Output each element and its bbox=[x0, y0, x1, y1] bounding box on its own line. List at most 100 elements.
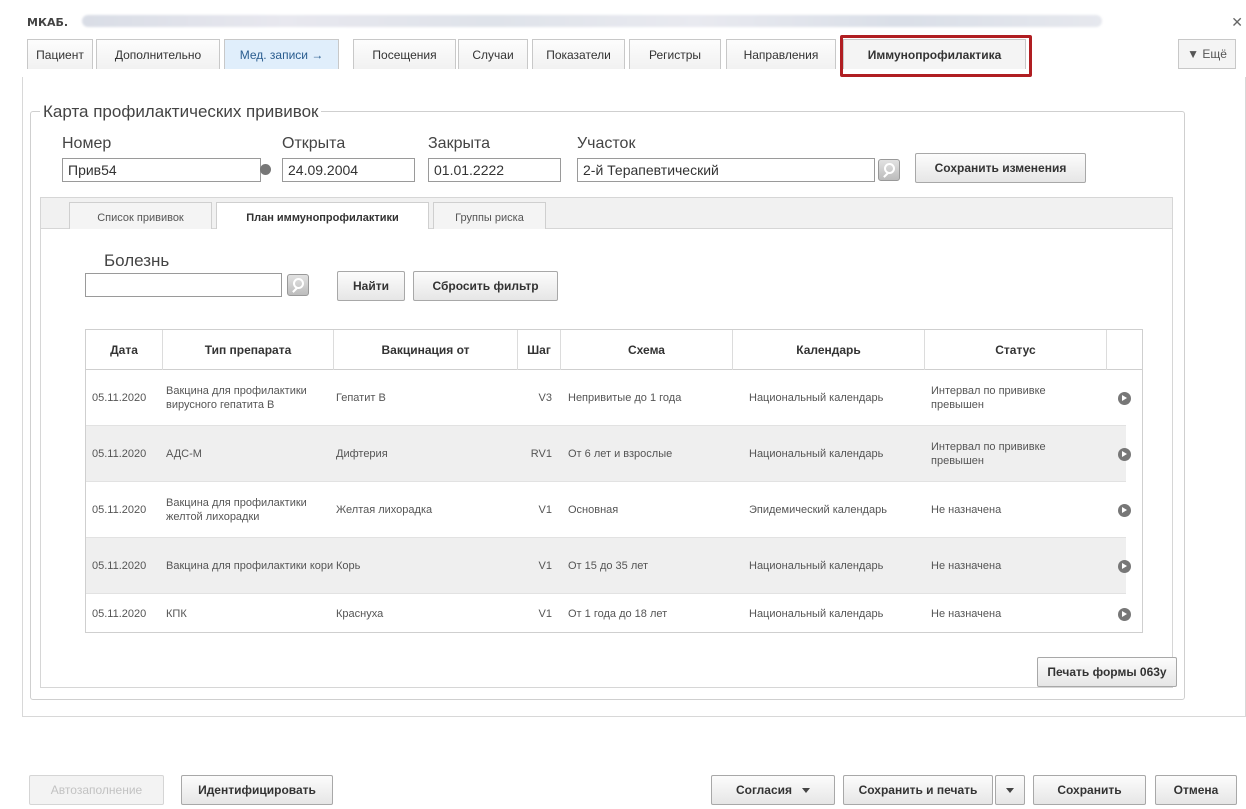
cell-step: V3 bbox=[538, 391, 552, 404]
tab-referrals[interactable]: Направления bbox=[726, 39, 836, 69]
cell-date: 05.11.2020 bbox=[92, 391, 147, 404]
cell-step: RV1 bbox=[530, 447, 552, 460]
chevron-down-icon bbox=[1006, 787, 1014, 793]
opened-date-field[interactable]: 24.09.2004 bbox=[282, 158, 415, 182]
cell-status: Интервал по прививке превышен bbox=[931, 440, 1046, 467]
reset-filter-button[interactable]: Сбросить фильтр bbox=[413, 271, 558, 301]
cell-date: 05.11.2020 bbox=[92, 559, 147, 572]
column-header-actions bbox=[1107, 330, 1142, 370]
card-subtab-bar: Список прививок План иммунопрофилактики … bbox=[40, 197, 1173, 233]
number-label: Номер bbox=[62, 135, 112, 152]
cell-drug-type: АДС-М bbox=[166, 447, 202, 460]
cell-drug-type: Вакцина для профилактики кори bbox=[166, 559, 334, 572]
cell-scheme: От 15 до 35 лет bbox=[568, 559, 649, 572]
print-063-button[interactable]: Печать формы 063у bbox=[1037, 657, 1177, 687]
cell-scheme: Основная bbox=[568, 503, 619, 516]
table-row[interactable]: 05.11.2020 Вакцина для профилактики кори… bbox=[86, 538, 1131, 594]
cell-status: Не назначена bbox=[931, 607, 1002, 620]
cell-step: V1 bbox=[538, 559, 552, 572]
column-header-drug-type[interactable]: Тип препарата bbox=[163, 330, 334, 370]
row-open-icon[interactable] bbox=[1118, 392, 1131, 405]
tab-additional[interactable]: Дополнительно bbox=[96, 39, 220, 69]
window-title: МКАБ. bbox=[27, 16, 69, 29]
cell-calendar: Национальный календарь bbox=[749, 447, 884, 460]
subtab-vaccination-list[interactable]: Список прививок bbox=[69, 202, 212, 232]
column-header-step[interactable]: Шаг bbox=[518, 330, 561, 370]
area-label: Участок bbox=[577, 135, 636, 152]
table-header: Дата Тип препарата Вакцинация от Шаг Схе… bbox=[86, 330, 1142, 370]
cell-date: 05.11.2020 bbox=[92, 447, 147, 460]
cell-date: 05.11.2020 bbox=[92, 607, 147, 620]
row-open-icon[interactable] bbox=[1118, 560, 1131, 573]
window-title-blurred-details bbox=[82, 15, 1102, 27]
tab-visits[interactable]: Посещения bbox=[353, 39, 456, 69]
consents-button[interactable]: Согласия bbox=[711, 775, 835, 805]
cell-step: V1 bbox=[538, 503, 552, 516]
cell-status: Интервал по прививке превышен bbox=[931, 384, 1046, 411]
cancel-button[interactable]: Отмена bbox=[1155, 775, 1237, 805]
column-header-vaccination-against[interactable]: Вакцинация от bbox=[334, 330, 518, 370]
immunoprophylaxis-plan-table: Дата Тип препарата Вакцинация от Шаг Схе… bbox=[85, 329, 1143, 633]
column-header-scheme[interactable]: Схема bbox=[561, 330, 733, 370]
closed-date-field[interactable]: 01.01.2222 bbox=[428, 158, 561, 182]
cell-calendar: Эпидемический календарь bbox=[749, 503, 887, 516]
consents-label: Согласия bbox=[735, 783, 793, 797]
cell-date: 05.11.2020 bbox=[92, 503, 147, 516]
column-header-calendar[interactable]: Календарь bbox=[733, 330, 925, 370]
table-row[interactable]: 05.11.2020 Вакцина для профилактики желт… bbox=[86, 482, 1131, 538]
area-search-icon[interactable] bbox=[878, 159, 900, 181]
cell-vaccination-against: Желтая лихорадка bbox=[336, 503, 433, 516]
vaccination-card-legend: Карта профилактических прививок bbox=[40, 102, 322, 122]
column-header-status[interactable]: Статус bbox=[925, 330, 1107, 370]
tab-cases[interactable]: Случаи bbox=[458, 39, 528, 69]
number-arrow-icon[interactable] bbox=[260, 164, 271, 175]
cell-scheme: Непривитые до 1 года bbox=[568, 391, 682, 404]
save-button[interactable]: Сохранить bbox=[1033, 775, 1146, 805]
chevron-down-icon bbox=[802, 787, 811, 793]
table-row[interactable]: 05.11.2020 КПК Краснуха V1 От 1 года до … bbox=[86, 594, 1131, 632]
table-row[interactable]: 05.11.2020 АДС-М Дифтерия RV1 От 6 лет и… bbox=[86, 426, 1131, 482]
cell-scheme: От 6 лет и взрослые bbox=[568, 447, 673, 460]
closed-label: Закрыта bbox=[428, 135, 491, 152]
save-print-dropdown[interactable] bbox=[995, 775, 1025, 805]
disease-filter-input[interactable] bbox=[85, 273, 282, 297]
cell-vaccination-against: Дифтерия bbox=[336, 447, 388, 460]
disease-search-icon[interactable] bbox=[287, 274, 309, 296]
opened-label: Открыта bbox=[282, 135, 346, 152]
autofill-button[interactable]: Автозаполнение bbox=[29, 775, 164, 805]
cell-calendar: Национальный календарь bbox=[749, 559, 884, 572]
cell-vaccination-against: Гепатит В bbox=[336, 391, 386, 404]
cell-calendar: Национальный календарь bbox=[749, 607, 884, 620]
cell-step: V1 bbox=[538, 607, 552, 620]
column-header-date[interactable]: Дата bbox=[86, 330, 163, 370]
save-and-print-button[interactable]: Сохранить и печать bbox=[843, 775, 993, 805]
tab-med-records[interactable]: Мед. записи → bbox=[224, 39, 339, 69]
row-open-icon[interactable] bbox=[1118, 504, 1131, 517]
cell-status: Не назначена bbox=[931, 503, 1002, 516]
area-field[interactable]: 2-й Терапевтический bbox=[577, 158, 875, 182]
cell-calendar: Национальный календарь bbox=[749, 391, 884, 404]
disease-label: Болезнь bbox=[104, 251, 170, 270]
row-open-icon[interactable] bbox=[1118, 608, 1131, 621]
cell-drug-type: КПК bbox=[166, 607, 187, 620]
close-icon[interactable]: ✕ bbox=[1231, 15, 1243, 31]
tab-indicators[interactable]: Показатели bbox=[532, 39, 625, 69]
cell-drug-type: Вакцина для профилактики желтой лихорадк… bbox=[166, 496, 307, 523]
row-open-icon[interactable] bbox=[1118, 448, 1131, 461]
tab-registers[interactable]: Регистры bbox=[629, 39, 721, 69]
identify-button[interactable]: Идентифицировать bbox=[181, 775, 333, 805]
cell-drug-type: Вакцина для профилактики вирусного гепат… bbox=[166, 384, 307, 411]
table-row[interactable]: 05.11.2020 Вакцина для профилактики виру… bbox=[86, 370, 1131, 426]
tab-highlight-box bbox=[840, 35, 1032, 77]
window-titlebar: МКАБ. ✕ bbox=[22, 7, 1246, 37]
more-tabs-button[interactable]: ▼ Ещё bbox=[1178, 39, 1236, 69]
number-field[interactable]: Прив54 bbox=[62, 158, 261, 182]
subtab-risk-groups[interactable]: Группы риска bbox=[433, 202, 546, 232]
find-button[interactable]: Найти bbox=[337, 271, 405, 301]
save-changes-button[interactable]: Сохранить изменения bbox=[915, 153, 1086, 183]
tab-patient[interactable]: Пациент bbox=[27, 39, 93, 69]
cell-scheme: От 1 года до 18 лет bbox=[568, 607, 668, 620]
cell-vaccination-against: Краснуха bbox=[336, 607, 384, 620]
cell-vaccination-against: Корь bbox=[336, 559, 361, 572]
cell-status: Не назначена bbox=[931, 559, 1002, 572]
